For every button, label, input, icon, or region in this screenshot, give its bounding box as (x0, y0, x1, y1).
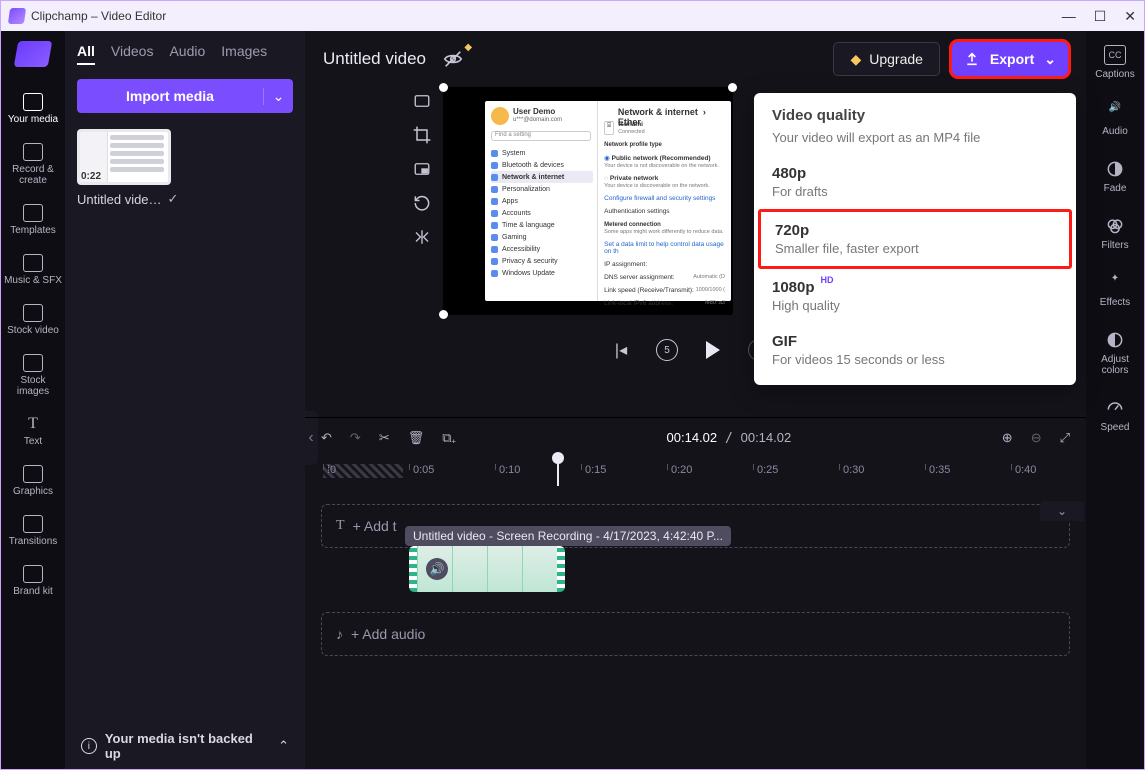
prop-audio[interactable]: 🔊Audio (1102, 102, 1128, 137)
playhead[interactable] (557, 458, 559, 486)
properties-drawer-toggle[interactable]: ⌄ (1040, 501, 1084, 521)
nav-your-media[interactable]: Your media (4, 93, 62, 125)
clip-title: Untitled vide… (77, 192, 162, 207)
editor-stage: Untitled video ◆ ◆ Upgrade Export (305, 31, 1086, 769)
media-tab-all[interactable]: All (77, 43, 95, 65)
nav-templates[interactable]: Templates (4, 204, 62, 236)
window-title: Clipchamp – Video Editor (31, 9, 166, 23)
prop-effects[interactable]: ✦Effects (1100, 273, 1130, 308)
nav-graphics[interactable]: Graphics (4, 465, 62, 497)
chevron-down-icon: ⌄ (1044, 51, 1056, 68)
premium-gem-icon: ◆ (464, 42, 472, 53)
timecode: 00:14.02 / 00:14.02 (667, 430, 792, 446)
backup-warning[interactable]: i Your media isn't backed up ⌃ (73, 731, 297, 761)
left-nav-rail: Your media Record & create Templates Mus… (1, 31, 65, 769)
maximize-button[interactable]: ☐ (1094, 8, 1107, 25)
play-button[interactable] (702, 339, 724, 361)
export-option-720p[interactable]: 720p Smaller file, faster export (758, 209, 1072, 269)
info-icon: i (81, 738, 97, 754)
visibility-icon[interactable]: ◆ (442, 48, 464, 70)
prop-filters[interactable]: Filters (1101, 216, 1128, 251)
right-properties-rail: CCCaptions 🔊Audio Fade Filters ✦Effects … (1086, 31, 1144, 769)
clipchamp-logo (14, 41, 53, 67)
nav-music-sfx[interactable]: Music & SFX (4, 254, 62, 286)
import-media-button[interactable]: Import media ⌄ (77, 79, 293, 113)
minimize-button[interactable]: — (1062, 8, 1076, 25)
rotate-icon[interactable] (411, 193, 433, 213)
delete-button[interactable]: 🗑 (408, 430, 425, 446)
timeline: ↶ ↷ ✂ 🗑 ⧉₊ 00:14.02 / 00:14.02 ⊕ ⊖ ⤢ ⁞00… (305, 417, 1086, 769)
app-icon (8, 8, 26, 24)
import-media-caret[interactable]: ⌄ (263, 88, 293, 105)
popup-subtext: Your video will export as an MP4 file (754, 130, 1076, 155)
export-option-1080p[interactable]: 1080pHD High quality (754, 269, 1076, 323)
rewind-5s-button[interactable]: 5 (656, 339, 678, 361)
media-tab-videos[interactable]: Videos (111, 43, 154, 65)
audio-track-placeholder[interactable]: ♪ + Add audio (321, 612, 1070, 656)
gem-icon: ◆ (850, 51, 861, 68)
nav-stock-video[interactable]: Stock video (4, 304, 62, 336)
nav-record-create[interactable]: Record & create (4, 143, 62, 186)
crop-icon[interactable] (411, 125, 433, 145)
timeline-clip-label: Untitled video - Screen Recording - 4/17… (405, 526, 731, 546)
zoom-fit-button[interactable]: ⤢ (1060, 430, 1070, 446)
fit-icon[interactable] (411, 91, 433, 111)
nav-text[interactable]: TText (4, 415, 62, 447)
redo-button[interactable]: ↷ (350, 430, 361, 446)
prop-speed[interactable]: Speed (1101, 398, 1130, 433)
prop-captions[interactable]: CCCaptions (1095, 45, 1134, 80)
nav-brand-kit[interactable]: Brand kit (4, 565, 62, 597)
prop-adjust-colors[interactable]: Adjust colors (1101, 330, 1129, 376)
flip-icon[interactable] (411, 227, 433, 247)
undo-button[interactable]: ↶ (321, 430, 332, 446)
clip-added-check-icon: ✓ (168, 191, 179, 207)
media-tab-audio[interactable]: Audio (169, 43, 205, 65)
pip-icon[interactable] (411, 159, 433, 179)
upgrade-button[interactable]: ◆ Upgrade (833, 42, 939, 76)
timeline-ruler[interactable]: ⁞00:050:100:150:200:250:300:350:40 (305, 458, 1086, 486)
skip-start-button[interactable]: |◂ (610, 339, 632, 361)
clip-audio-icon[interactable]: 🔊 (426, 558, 448, 580)
close-button[interactable]: ✕ (1124, 8, 1136, 25)
duplicate-button[interactable]: ⧉₊ (442, 430, 456, 446)
media-clip-thumbnail[interactable]: 0:22 (77, 129, 171, 185)
title-bar: Clipchamp – Video Editor — ☐ ✕ (1, 1, 1144, 31)
preview-tool-rail (405, 91, 439, 247)
nav-transitions[interactable]: Transitions (4, 515, 62, 547)
export-option-480p[interactable]: 480p For drafts (754, 155, 1076, 209)
media-tab-images[interactable]: Images (221, 43, 267, 65)
export-quality-popup: Video quality Your video will export as … (754, 93, 1076, 385)
chevron-up-icon: ⌃ (278, 738, 289, 754)
popup-heading: Video quality (754, 107, 1076, 130)
clip-duration: 0:22 (81, 171, 101, 182)
timeline-video-clip[interactable]: 🔊 (409, 546, 565, 592)
export-button[interactable]: Export ⌄ (952, 42, 1068, 76)
zoom-out-button[interactable]: ⊖ (1031, 430, 1042, 446)
media-panel: All Videos Audio Images Import media ⌄ 0… (65, 31, 305, 769)
nav-stock-images[interactable]: Stock images (4, 354, 62, 397)
preview-frame-content: Network & internet › Ether User Demo u**… (485, 101, 731, 301)
upload-icon (964, 51, 980, 67)
split-button[interactable]: ✂ (379, 430, 390, 446)
project-title[interactable]: Untitled video (323, 49, 426, 69)
export-option-gif[interactable]: GIF For videos 15 seconds or less (754, 323, 1076, 377)
video-preview[interactable]: Network & internet › Ether User Demo u**… (443, 87, 733, 315)
prop-fade[interactable]: Fade (1104, 159, 1127, 194)
zoom-in-button[interactable]: ⊕ (1002, 430, 1013, 446)
